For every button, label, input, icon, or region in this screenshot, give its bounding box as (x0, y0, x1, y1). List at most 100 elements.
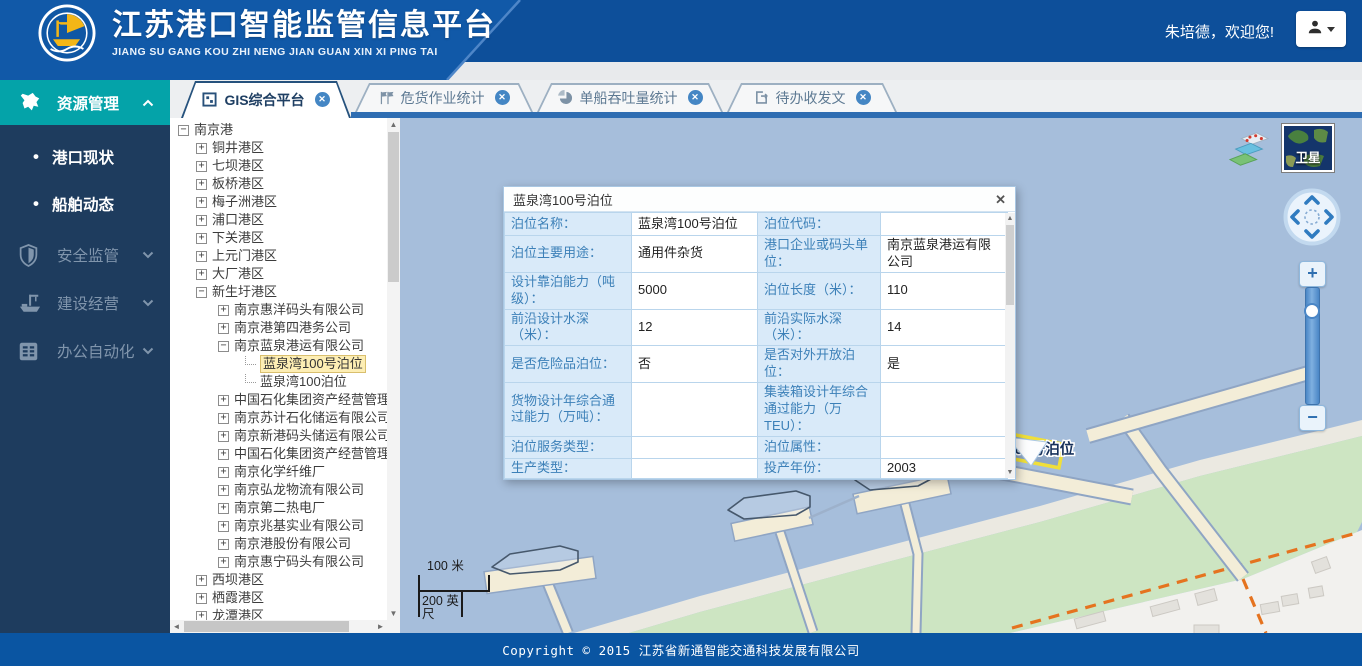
expand-icon[interactable]: + (218, 449, 229, 460)
tree-node[interactable]: +栖霞港区 (176, 589, 387, 607)
tree-node[interactable]: +浦口港区 (176, 211, 387, 229)
tab-ship-throughput-stats[interactable]: 单船吞吐量统计✕ (537, 83, 723, 112)
layers-button[interactable] (1226, 130, 1274, 172)
tree-horizontal-scrollbar[interactable]: ◄ ► (170, 620, 400, 633)
tree-node[interactable]: +大厂港区 (176, 265, 387, 283)
expand-icon[interactable]: + (218, 323, 229, 334)
scroll-up-icon[interactable]: ▲ (1005, 213, 1015, 224)
tab-content: 危货作业统计✕ (355, 83, 533, 112)
field-label: 货物设计年综合通过能力（万吨）： (505, 383, 632, 437)
sidebar-item-construction-operation[interactable]: 建设经营 (0, 283, 170, 323)
expand-icon[interactable]: + (196, 179, 207, 190)
tree-node[interactable]: +南京惠宁码头有限公司 (176, 553, 387, 571)
collapse-icon[interactable]: − (196, 287, 207, 298)
tree-node[interactable]: −南京蓝泉港运有限公司 (176, 337, 387, 355)
scroll-up-icon[interactable]: ▲ (387, 118, 400, 131)
scale-meters-label: 100 米 (427, 560, 464, 573)
zoom-in-button[interactable]: + (1299, 261, 1326, 287)
tree-node[interactable]: +南京苏计石化储运有限公司 (176, 409, 387, 427)
expand-icon[interactable]: + (218, 521, 229, 532)
close-icon[interactable]: ✕ (495, 90, 510, 105)
tree-node[interactable]: +上元门港区 (176, 247, 387, 265)
tree-node[interactable]: +南京新港码头储运有限公司 (176, 427, 387, 445)
tree-node[interactable]: +中国石化集团资产经营管理有 (176, 391, 387, 409)
layers-icon (1226, 130, 1272, 170)
expand-icon[interactable]: + (218, 395, 229, 406)
expand-icon[interactable]: + (196, 611, 207, 621)
expand-icon[interactable]: + (196, 593, 207, 604)
field-value: 通用件杂货 (632, 236, 758, 273)
tree-node[interactable]: +南京弘龙物流有限公司 (176, 481, 387, 499)
tab-pending-documents[interactable]: 待办收发文✕ (727, 83, 897, 112)
close-icon[interactable]: ✕ (856, 90, 871, 105)
tree-node[interactable]: 蓝泉湾100号泊位 (176, 355, 387, 373)
tree-node[interactable]: 蓝泉湾100泊位 (176, 373, 387, 391)
tree-node[interactable]: + 中国石化集团资产经营管理有 (176, 445, 387, 463)
expand-icon[interactable]: + (196, 233, 207, 244)
expand-icon[interactable]: + (196, 575, 207, 586)
expand-icon[interactable]: + (218, 503, 229, 514)
expand-icon[interactable]: + (218, 539, 229, 550)
tree-node[interactable]: +七坝港区 (176, 157, 387, 175)
field-value (881, 213, 1008, 236)
scroll-right-icon[interactable]: ► (374, 620, 387, 633)
zoom-out-button[interactable]: − (1299, 405, 1326, 431)
tree-node[interactable]: −南京港 (176, 121, 387, 139)
tree-node[interactable]: +南京兆基实业有限公司 (176, 517, 387, 535)
sidebar-item-office-automation[interactable]: 办公自动化 (0, 331, 170, 371)
satellite-view-button[interactable]: 卫星 (1281, 123, 1335, 173)
map-pan-control[interactable] (1283, 188, 1341, 246)
sidebar-item-ship-dynamics[interactable]: •船舶动态 (0, 180, 170, 227)
expand-icon[interactable]: + (196, 269, 207, 280)
field-label: 泊位服务类型： (505, 436, 632, 458)
tab-gis-platform[interactable]: GIS综合平台✕ (181, 81, 351, 118)
expand-icon[interactable]: + (218, 467, 229, 478)
close-icon[interactable]: ✕ (688, 90, 703, 105)
scrollbar-thumb[interactable] (388, 132, 399, 282)
sidebar-items: 资源管理 •港口现状•船舶动态安全监管建设经营办公自动化 (0, 80, 170, 371)
tree-node[interactable]: +南京港股份有限公司 (176, 535, 387, 553)
sidebar-item-resource-management[interactable]: 资源管理 (0, 80, 170, 125)
expand-icon[interactable]: + (196, 197, 207, 208)
dialog-row: 生产类型：投产年份：2003 (505, 458, 1008, 478)
expand-icon[interactable]: + (196, 161, 207, 172)
tree-vertical-scrollbar[interactable]: ▲ ▼ (387, 118, 400, 620)
tree-node[interactable]: +南京化学纤维厂 (176, 463, 387, 481)
tree-node[interactable]: +西坝港区 (176, 571, 387, 589)
expand-icon[interactable]: + (218, 557, 229, 568)
tree-node[interactable]: +龙潭港区 (176, 607, 387, 620)
scroll-left-icon[interactable]: ◄ (170, 620, 183, 633)
collapse-icon[interactable]: − (218, 341, 229, 352)
collapse-icon[interactable]: − (178, 125, 189, 136)
close-icon[interactable]: ✕ (315, 92, 330, 107)
expand-icon[interactable]: + (196, 143, 207, 154)
tree-node[interactable]: +梅子洲港区 (176, 193, 387, 211)
zoom-slider-thumb[interactable] (1304, 303, 1320, 319)
tree-node[interactable]: +板桥港区 (176, 175, 387, 193)
user-menu-button[interactable] (1296, 11, 1346, 47)
expand-icon[interactable]: + (196, 251, 207, 262)
tree-node[interactable]: +南京惠洋码头有限公司 (176, 301, 387, 319)
close-icon[interactable]: ✕ (995, 193, 1006, 206)
scroll-down-icon[interactable]: ▼ (387, 607, 400, 620)
dialog-scrollbar[interactable]: ▲ ▼ (1005, 213, 1015, 478)
tree-node[interactable]: +下关港区 (176, 229, 387, 247)
page-subtitle: JIANG SU GANG KOU ZHI NENG JIAN GUAN XIN… (112, 46, 496, 58)
expand-icon[interactable]: + (218, 413, 229, 424)
scrollbar-thumb[interactable] (184, 621, 349, 632)
tree-node[interactable]: +南京港第四港务公司 (176, 319, 387, 337)
scroll-down-icon[interactable]: ▼ (1005, 467, 1015, 478)
scrollbar-thumb[interactable] (1006, 225, 1014, 305)
expand-icon[interactable]: + (218, 431, 229, 442)
tree-node[interactable]: +铜井港区 (176, 139, 387, 157)
tab-dangerous-goods-stats[interactable]: 危货作业统计✕ (355, 83, 533, 112)
tab-content: 单船吞吐量统计✕ (537, 83, 723, 112)
tree-node-label: 中国石化集团资产经营管理有 (234, 446, 387, 462)
sidebar-item-safety-supervision[interactable]: 安全监管 (0, 235, 170, 275)
expand-icon[interactable]: + (218, 305, 229, 316)
expand-icon[interactable]: + (218, 485, 229, 496)
expand-icon[interactable]: + (196, 215, 207, 226)
tree-node[interactable]: +南京第二热电厂 (176, 499, 387, 517)
tree-node[interactable]: −新生圩港区 (176, 283, 387, 301)
sidebar-item-port-status[interactable]: •港口现状 (0, 133, 170, 180)
